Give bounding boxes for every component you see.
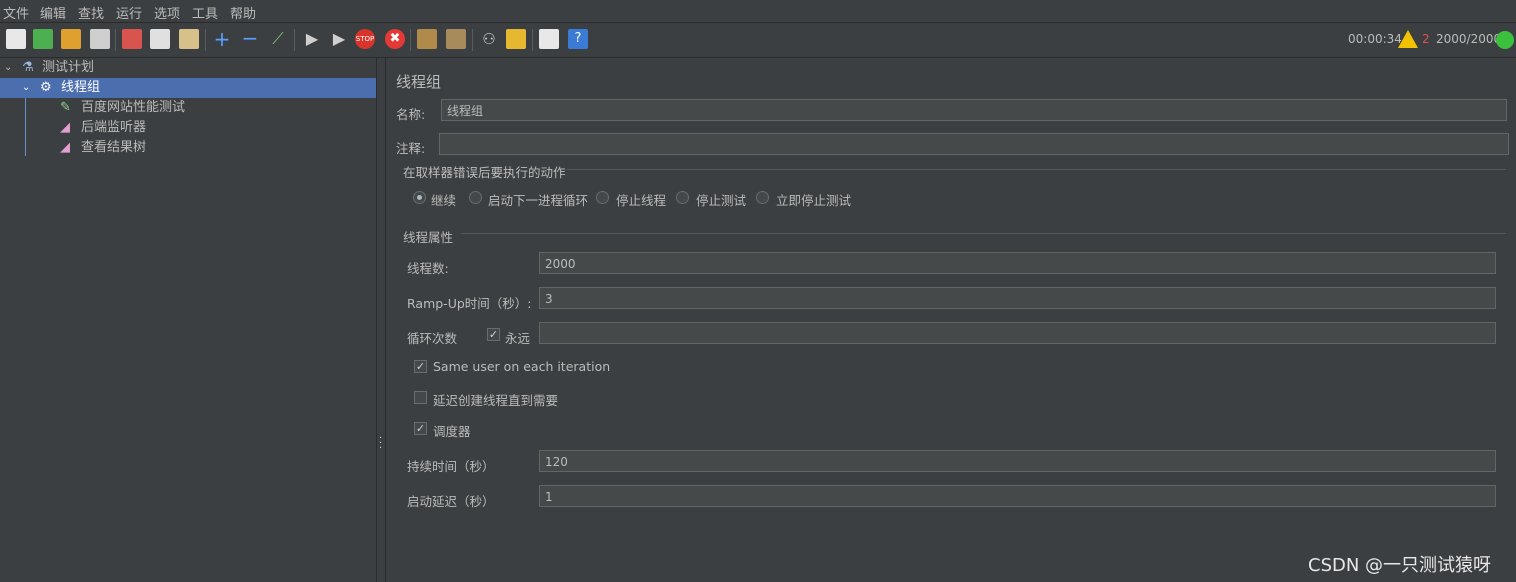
chart-icon: ◢ xyxy=(60,120,70,135)
same-user-label: Same user on each iteration xyxy=(433,359,611,374)
cut-icon[interactable] xyxy=(122,29,142,49)
running-indicator-icon xyxy=(1496,31,1514,49)
tree-item-thread-group[interactable]: ⌄ ⚙ 线程组 xyxy=(0,78,376,98)
clear-icon[interactable] xyxy=(417,29,437,49)
search-icon[interactable]: ⚇ xyxy=(479,29,499,49)
duration-field[interactable]: 120 xyxy=(539,450,1496,472)
gear-icon: ⚙ xyxy=(40,80,52,95)
radio-stop-test-now[interactable] xyxy=(756,191,769,204)
save-icon[interactable] xyxy=(90,29,110,49)
pipette-icon: ✎ xyxy=(60,100,71,115)
menu-edit[interactable]: 编辑 xyxy=(40,3,66,22)
duration-label: 持续时间（秒） xyxy=(407,459,495,474)
delay-create-label: 延迟创建线程直到需要 xyxy=(433,393,559,408)
loop-count-field[interactable] xyxy=(539,322,1496,344)
collapse-icon[interactable]: − xyxy=(240,28,260,49)
radio-stop-test-label: 停止测试 xyxy=(696,193,747,208)
threads-field[interactable]: 2000 xyxy=(539,252,1496,274)
paste-icon[interactable] xyxy=(179,29,199,49)
function-helper-icon[interactable] xyxy=(539,29,559,49)
tree-label: 线程组 xyxy=(61,80,101,95)
open-icon[interactable] xyxy=(61,29,81,49)
menu-file[interactable]: 文件 xyxy=(3,3,29,22)
rampup-field[interactable]: 3 xyxy=(539,287,1496,309)
elapsed-time: 00:00:34 xyxy=(1348,32,1402,46)
toggle-icon[interactable]: ⟋ xyxy=(268,29,288,49)
start-icon[interactable]: ▶ xyxy=(302,29,322,49)
start-no-pause-icon[interactable]: ▶ xyxy=(329,29,349,49)
rampup-label: Ramp-Up时间（秒）: xyxy=(407,296,532,311)
delay-create-checkbox[interactable] xyxy=(414,391,427,404)
forever-label: 永远 xyxy=(505,331,531,346)
forever-checkbox[interactable]: ✓ xyxy=(487,328,500,341)
menu-run[interactable]: 运行 xyxy=(116,3,142,22)
test-plan-tree: ⌄ ⚗ 测试计划 ⌄ ⚙ 线程组 ✎ 百度网站性能测试 ◢ 后端监听器 ◢ 查看… xyxy=(0,58,377,582)
warning-icon[interactable] xyxy=(1398,30,1418,48)
radio-start-next-loop[interactable] xyxy=(469,191,482,204)
warning-count: 2 xyxy=(1422,32,1430,46)
copy-icon[interactable] xyxy=(150,29,170,49)
new-icon[interactable] xyxy=(6,29,26,49)
menu-options[interactable]: 选项 xyxy=(154,3,180,22)
tree-item-backend-listener[interactable]: ◢ 后端监听器 xyxy=(0,118,376,138)
flask-icon: ⚗ xyxy=(22,60,34,75)
comment-field[interactable] xyxy=(439,133,1509,155)
radio-start-next-loop-label: 启动下一进程循环 xyxy=(488,193,589,208)
name-field[interactable]: 线程组 xyxy=(441,99,1507,121)
radio-stop-test[interactable] xyxy=(676,191,689,204)
same-user-checkbox[interactable]: ✓ xyxy=(414,360,427,373)
shutdown-icon[interactable]: ✖ xyxy=(385,29,405,49)
name-label: 名称: xyxy=(396,107,426,122)
radio-stop-test-now-label: 立即停止测试 xyxy=(776,193,852,208)
startup-delay-field[interactable]: 1 xyxy=(539,485,1496,507)
menu-tools[interactable]: 工具 xyxy=(192,3,218,22)
radio-continue[interactable] xyxy=(413,191,426,204)
radio-stop-thread-label: 停止线程 xyxy=(616,193,667,208)
drag-handle-icon[interactable]: · · · xyxy=(379,434,382,454)
chart-icon: ◢ xyxy=(60,140,70,155)
error-action-section-title: 在取样器错误后要执行的动作 xyxy=(403,165,566,180)
tree-label: 测试计划 xyxy=(42,60,95,75)
toolbar: + − ⟋ ▶ ▶ STOP ✖ ⚇ ? 00:00:34 2 2000/200… xyxy=(0,23,1516,58)
menu-bar: 文件 编辑 查找 运行 选项 工具 帮助 xyxy=(0,0,1516,23)
chevron-down-icon[interactable]: ⌄ xyxy=(22,78,30,98)
threads-label: 线程数: xyxy=(407,261,449,276)
chevron-down-icon[interactable]: ⌄ xyxy=(4,58,12,78)
expand-icon[interactable]: + xyxy=(212,29,232,49)
reset-search-icon[interactable] xyxy=(506,29,526,49)
menu-search[interactable]: 查找 xyxy=(78,3,104,22)
tree-label: 查看结果树 xyxy=(81,140,147,155)
active-threads: 2000/2000 xyxy=(1436,32,1502,46)
scheduler-checkbox[interactable]: ✓ xyxy=(414,422,427,435)
watermark: CSDN @一只测试猿呀 xyxy=(1308,555,1492,576)
loop-count-label: 循环次数 xyxy=(407,331,458,346)
radio-stop-thread[interactable] xyxy=(596,191,609,204)
radio-continue-label: 继续 xyxy=(431,193,457,208)
startup-delay-label: 启动延迟（秒） xyxy=(407,494,495,509)
scheduler-label: 调度器 xyxy=(433,424,471,439)
menu-help[interactable]: 帮助 xyxy=(230,3,256,22)
panel-title: 线程组 xyxy=(396,73,442,91)
thread-group-panel: 线程组 名称: 线程组 注释: 在取样器错误后要执行的动作 继续 启动下一进程循… xyxy=(386,58,1516,582)
stop-icon[interactable]: STOP xyxy=(355,29,375,49)
tree-item-test-plan[interactable]: ⌄ ⚗ 测试计划 xyxy=(0,58,376,78)
tree-label: 百度网站性能测试 xyxy=(81,100,186,115)
split-pane-divider[interactable]: · · · xyxy=(377,58,386,582)
clear-all-icon[interactable] xyxy=(446,29,466,49)
thread-props-section-title: 线程属性 xyxy=(403,230,454,245)
help-icon[interactable]: ? xyxy=(568,29,588,49)
tree-item-sampler[interactable]: ✎ 百度网站性能测试 xyxy=(0,98,376,118)
tree-label: 后端监听器 xyxy=(81,120,147,135)
tree-item-results-tree[interactable]: ◢ 查看结果树 xyxy=(0,138,376,158)
templates-icon[interactable] xyxy=(33,29,53,49)
comment-label: 注释: xyxy=(396,141,426,156)
